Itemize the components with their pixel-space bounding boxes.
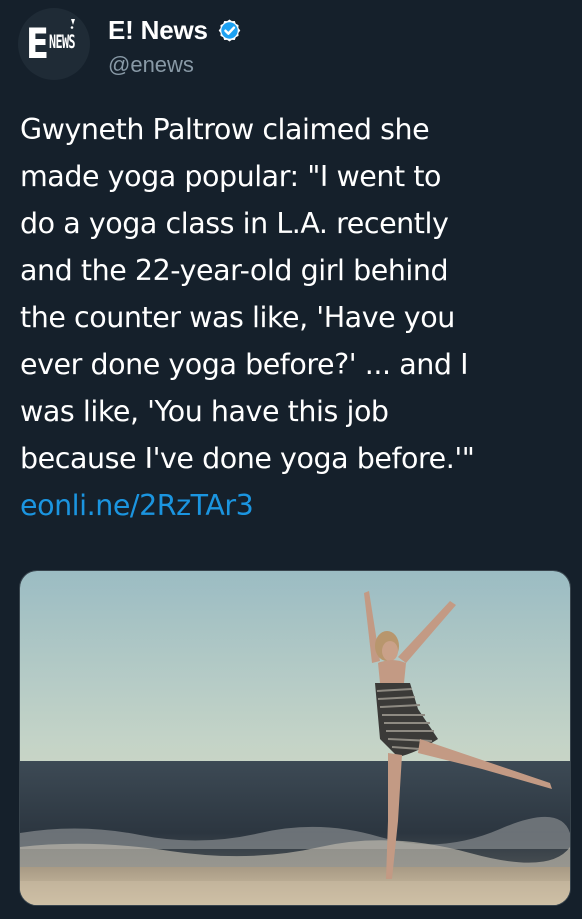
author-display-name[interactable]: E! News [108, 15, 208, 46]
author-handle[interactable]: @enews [108, 52, 194, 78]
tweet-text-line: was like, 'You have this job [20, 395, 389, 428]
e-news-logo-icon: E NEWS [26, 19, 76, 68]
yoga-beach-photo-icon [20, 571, 570, 905]
tweet-card: E NEWS E! News @enews Gwyneth Paltrow cl… [0, 0, 582, 919]
tweet-text-line: the counter was like, 'Have you [20, 301, 455, 334]
tweet-text-line: because I've done yoga before.'" [20, 442, 475, 475]
tweet-text-line: and the 22-year-old girl behind [20, 254, 449, 287]
tweet-link[interactable]: eonli.ne/2RzTAr3 [20, 482, 572, 529]
verified-badge-icon [218, 18, 241, 42]
author-avatar[interactable]: E NEWS [18, 8, 90, 80]
tweet-media-photo[interactable] [19, 570, 571, 906]
author-name-row: E! News [108, 10, 243, 50]
tweet-text: Gwyneth Paltrow claimed she made yoga po… [20, 106, 572, 529]
tweet-text-line: Gwyneth Paltrow claimed she [20, 113, 430, 146]
tweet-text-line: do a yoga class in L.A. recently [20, 207, 449, 240]
tweet-text-line: made yoga popular: "I went to [20, 160, 442, 193]
tweet-text-line: ever done yoga before?' ... and I [20, 348, 469, 381]
exclamation-icon [70, 19, 75, 29]
